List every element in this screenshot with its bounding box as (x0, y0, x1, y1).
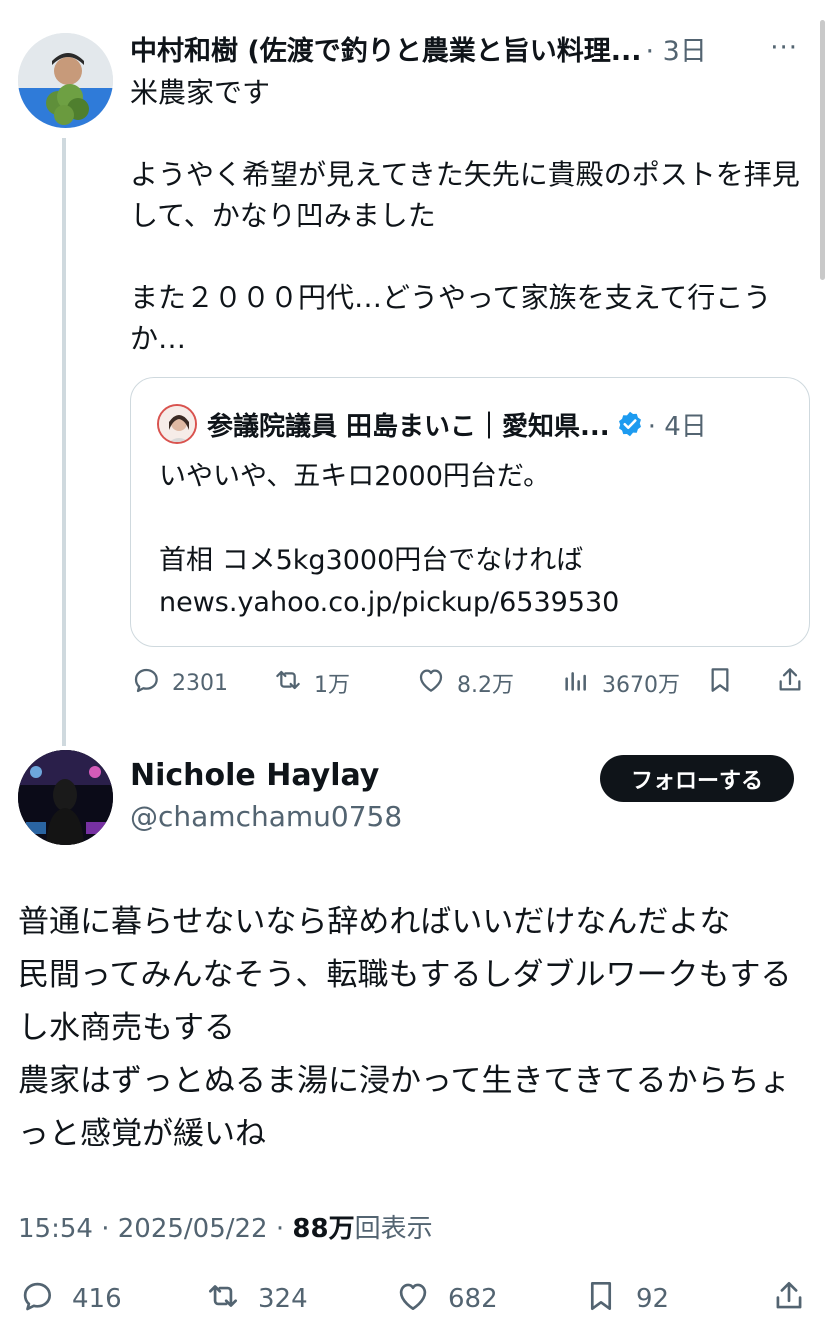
bookmark-button[interactable]: 92 (582, 1276, 669, 1322)
follow-button[interactable]: フォローする (600, 755, 794, 802)
repost-count: 324 (258, 1284, 308, 1314)
reply-author-handle[interactable]: @chamchamu0758 (130, 800, 402, 833)
bookmark-count: 92 (636, 1284, 670, 1314)
quoted-author-name: 参議院議員 田島まいこ｜愛知県... (207, 411, 610, 442)
reply-count: 416 (72, 1284, 122, 1314)
quoted-author-avatar (157, 404, 197, 444)
views-icon (560, 664, 592, 702)
reply-avatar[interactable] (18, 750, 113, 845)
more-icon[interactable]: ··· (770, 35, 798, 61)
reply-button[interactable]: 2301 (130, 663, 228, 703)
repost-icon (204, 1277, 242, 1322)
repost-count: 1万 (314, 673, 350, 698)
reply-action-bar: 416 324 682 92 (18, 1276, 818, 1322)
share-icon (770, 1277, 808, 1322)
reply-icon (18, 1277, 56, 1322)
bookmark-icon (582, 1277, 620, 1322)
tweet-views-count: 88万 (292, 1214, 355, 1244)
parent-tweet-text: 米農家です ようやく希望が見えてきた矢先に貴殿のポストを拝見して、かなり凹みまし… (130, 76, 800, 355)
quoted-tweet-card[interactable]: 参議院議員 田島まいこ｜愛知県... · 4日 いやいや、五キロ2000円台だ。… (130, 377, 810, 647)
quoted-tweet-header: 参議院議員 田島まいこ｜愛知県... · 4日 (157, 404, 707, 444)
views-count: 3670万 (602, 673, 680, 698)
parent-action-bar: 2301 1万 8.2万 3670万 (130, 663, 810, 703)
bookmark-icon (704, 664, 736, 702)
verified-icon (616, 410, 644, 438)
tweet-views-label: 回表示 (354, 1214, 433, 1244)
thread-line (62, 138, 66, 746)
parent-avatar[interactable] (18, 33, 113, 128)
parent-timestamp[interactable]: · 3日 (646, 29, 707, 68)
like-count: 682 (448, 1284, 498, 1314)
reply-count: 2301 (172, 670, 228, 696)
reply-icon (130, 664, 162, 702)
repost-button[interactable]: 1万 (272, 663, 350, 703)
meta-separator: · (101, 1214, 118, 1244)
reply-button[interactable]: 416 (18, 1276, 122, 1322)
tweet-date[interactable]: 2025/05/22 (118, 1214, 268, 1244)
like-icon (394, 1277, 432, 1322)
share-button[interactable] (774, 663, 806, 703)
views-button[interactable]: 3670万 (560, 663, 680, 703)
like-count: 8.2万 (457, 673, 514, 698)
like-button[interactable]: 8.2万 (415, 663, 514, 703)
quoted-tweet-text: いやいや、五キロ2000円台だ。 首相 コメ5kg3000円台でなければ new… (159, 461, 620, 618)
repost-button[interactable]: 324 (204, 1276, 308, 1322)
reply-tweet-text: 普通に暮らせないなら辞めればいいだけなんだよな 民間ってみんなそう、転職もするし… (18, 904, 792, 1152)
share-icon (774, 664, 806, 702)
parent-author-name[interactable]: 中村和樹 (佐渡で釣りと農業と旨い料理... (130, 29, 642, 68)
parent-tweet-header: 中村和樹 (佐渡で釣りと農業と旨い料理... · 3日 ··· (130, 28, 820, 68)
like-icon (415, 664, 447, 702)
tweet-meta: 15:54 · 2025/05/22 · 88万回表示 (18, 1208, 433, 1245)
repost-icon (272, 664, 304, 702)
reply-author-name[interactable]: Nichole Haylay (130, 758, 379, 793)
like-button[interactable]: 682 (394, 1276, 498, 1322)
meta-separator: · (275, 1214, 293, 1244)
scrollbar[interactable] (820, 20, 825, 280)
quoted-timestamp: · 4日 (647, 411, 707, 442)
tweet-time[interactable]: 15:54 (18, 1214, 93, 1244)
bookmark-button[interactable] (704, 663, 736, 703)
share-button[interactable] (770, 1276, 808, 1322)
